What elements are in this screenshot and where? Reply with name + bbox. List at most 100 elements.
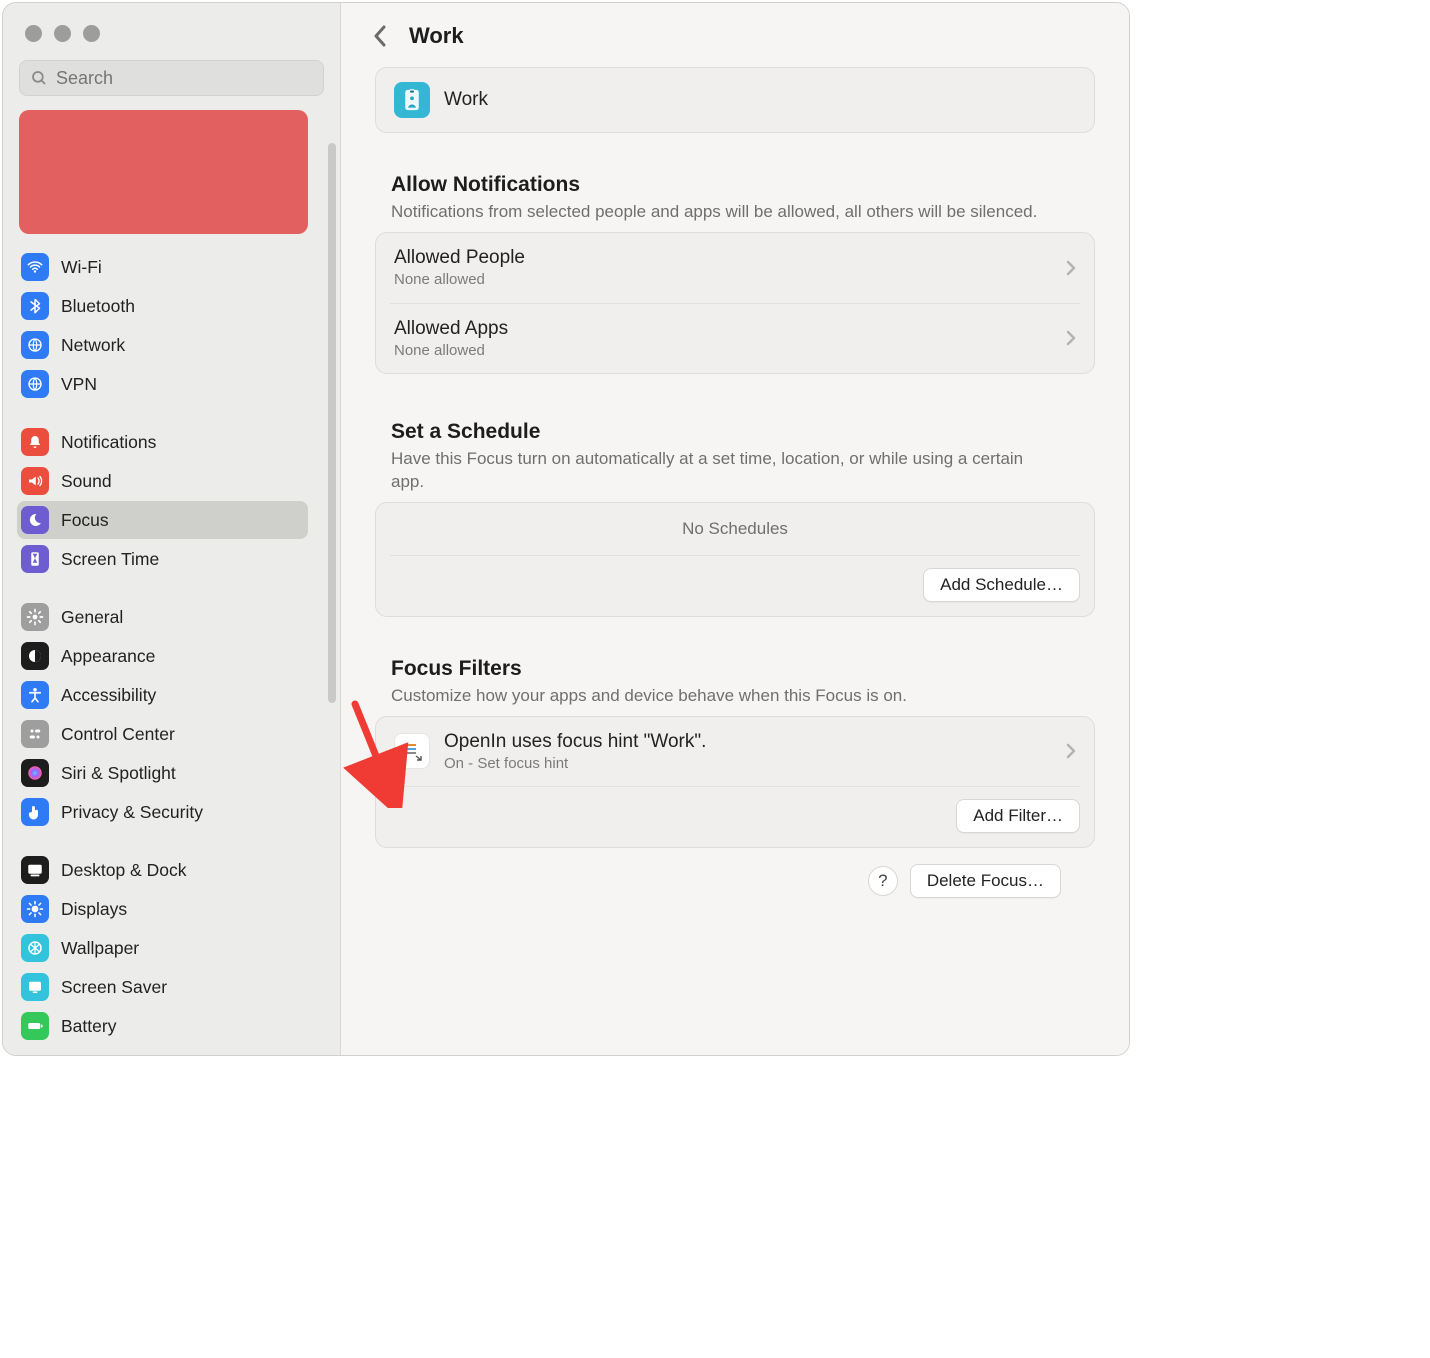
ss-icon	[21, 973, 49, 1001]
sidebar: Wi-Fi Bluetooth Network VPN Notifications Sou…	[3, 3, 341, 1055]
siri-icon	[21, 759, 49, 787]
chevron-right-icon	[1066, 330, 1076, 346]
titlebar: Work	[341, 3, 1129, 57]
schedule-section-header: Set a Schedule Have this Focus turn on a…	[375, 420, 1095, 502]
sidebar-item-wi-fi[interactable]: Wi-Fi	[17, 248, 308, 286]
search-input[interactable]	[56, 68, 313, 89]
allowed-apps-sub: None allowed	[394, 342, 508, 359]
sidebar-item-notifications[interactable]: Notifications	[17, 423, 308, 461]
sidebar-item-sound[interactable]: Sound	[17, 462, 308, 500]
sidebar-item-battery[interactable]: Battery	[17, 1007, 308, 1045]
sidebar-item-appearance[interactable]: Appearance	[17, 637, 308, 675]
moon-icon	[21, 506, 49, 534]
acc-icon	[21, 681, 49, 709]
sidebar-item-vpn[interactable]: VPN	[17, 365, 308, 403]
page-title: Work	[409, 23, 464, 49]
sidebar-item-label: General	[61, 607, 123, 628]
filters-desc: Customize how your apps and device behav…	[391, 685, 1051, 708]
bt-icon	[21, 292, 49, 320]
focus-name-card[interactable]: Work	[375, 67, 1095, 133]
chevron-left-icon	[373, 25, 387, 47]
appear-icon	[21, 642, 49, 670]
allowed-apps-row[interactable]: Allowed Apps None allowed	[390, 303, 1080, 373]
globe-icon	[21, 331, 49, 359]
sidebar-item-label: Network	[61, 335, 125, 356]
notifications-card: Allowed People None allowed Allowed Apps…	[375, 232, 1095, 374]
sound-icon	[21, 467, 49, 495]
gear-icon	[21, 603, 49, 631]
sidebar-item-screen-saver[interactable]: Screen Saver	[17, 968, 308, 1006]
notifications-desc: Notifications from selected people and a…	[391, 201, 1051, 224]
sidebar-item-label: Battery	[61, 1016, 116, 1037]
focus-filter-title: OpenIn uses focus hint "Work".	[444, 731, 706, 753]
wall-icon	[21, 934, 49, 962]
sidebar-item-network[interactable]: Network	[17, 326, 308, 364]
main-pane: Work Work Allow Notifications Notifi	[341, 3, 1129, 1055]
zoom-window-button[interactable]	[83, 25, 100, 42]
chevron-right-icon	[1066, 743, 1076, 759]
allowed-apps-title: Allowed Apps	[394, 318, 508, 340]
sidebar-item-label: VPN	[61, 374, 97, 395]
minimize-window-button[interactable]	[54, 25, 71, 42]
sidebar-item-label: Appearance	[61, 646, 155, 667]
sidebar-item-label: Privacy & Security	[61, 802, 203, 823]
sidebar-item-label: Wi-Fi	[61, 257, 102, 278]
allowed-people-row[interactable]: Allowed People None allowed	[376, 233, 1094, 303]
sidebar-item-label: Sound	[61, 471, 112, 492]
sidebar-item-label: Desktop & Dock	[61, 860, 186, 881]
help-button[interactable]: ?	[868, 866, 898, 896]
batt-icon	[21, 1012, 49, 1040]
close-window-button[interactable]	[25, 25, 42, 42]
notifications-section-header: Allow Notifications Notifications from s…	[375, 173, 1095, 232]
apple-id-account-block[interactable]	[19, 110, 308, 234]
add-schedule-button[interactable]: Add Schedule…	[923, 568, 1080, 602]
cc-icon	[21, 720, 49, 748]
content: Work Allow Notifications Notifications f…	[341, 57, 1129, 918]
sidebar-scrollbar[interactable]	[328, 143, 336, 703]
page-footer-actions: ? Delete Focus…	[375, 848, 1095, 898]
filters-title: Focus Filters	[391, 657, 1091, 681]
add-filter-button[interactable]: Add Filter…	[956, 799, 1080, 833]
sidebar-item-siri-spotlight[interactable]: Siri & Spotlight	[17, 754, 308, 792]
disp-icon	[21, 895, 49, 923]
delete-focus-button[interactable]: Delete Focus…	[910, 864, 1061, 898]
hour-icon	[21, 545, 49, 573]
focus-badge-icon	[394, 82, 430, 118]
notifications-title: Allow Notifications	[391, 173, 1091, 197]
openin-app-icon	[394, 733, 430, 769]
sidebar-item-label: Siri & Spotlight	[61, 763, 176, 784]
sidebar-item-label: Screen Saver	[61, 977, 167, 998]
settings-window: Wi-Fi Bluetooth Network VPN Notifications Sou…	[2, 2, 1130, 1056]
schedule-card: No Schedules Add Schedule…	[375, 502, 1095, 617]
sidebar-list: Wi-Fi Bluetooth Network VPN Notifications Sou…	[17, 248, 330, 1045]
search-field[interactable]	[19, 60, 324, 96]
sidebar-item-label: Wallpaper	[61, 938, 139, 959]
allowed-people-title: Allowed People	[394, 247, 525, 269]
dock-icon	[21, 856, 49, 884]
sidebar-item-screen-time[interactable]: Screen Time	[17, 540, 308, 578]
sidebar-item-accessibility[interactable]: Accessibility	[17, 676, 308, 714]
sidebar-item-label: Control Center	[61, 724, 175, 745]
filters-section-header: Focus Filters Customize how your apps an…	[375, 657, 1095, 716]
focus-filter-row[interactable]: OpenIn uses focus hint "Work". On - Set …	[376, 717, 1094, 786]
sidebar-item-focus[interactable]: Focus	[17, 501, 308, 539]
sidebar-item-general[interactable]: General	[17, 598, 308, 636]
chevron-right-icon	[1066, 260, 1076, 276]
sidebar-item-control-center[interactable]: Control Center	[17, 715, 308, 753]
sidebar-item-desktop-dock[interactable]: Desktop & Dock	[17, 851, 308, 889]
sidebar-item-bluetooth[interactable]: Bluetooth	[17, 287, 308, 325]
search-icon	[30, 69, 48, 87]
globe-icon	[21, 370, 49, 398]
sidebar-item-privacy-security[interactable]: Privacy & Security	[17, 793, 308, 831]
back-button[interactable]	[365, 21, 395, 51]
sidebar-item-label: Screen Time	[61, 549, 159, 570]
wifi-icon	[21, 253, 49, 281]
filters-card: OpenIn uses focus hint "Work". On - Set …	[375, 716, 1095, 848]
sidebar-item-displays[interactable]: Displays	[17, 890, 308, 928]
hand-icon	[21, 798, 49, 826]
schedule-desc: Have this Focus turn on automatically at…	[391, 448, 1051, 494]
sidebar-item-label: Accessibility	[61, 685, 156, 706]
sidebar-item-wallpaper[interactable]: Wallpaper	[17, 929, 308, 967]
schedule-empty: No Schedules	[376, 503, 1094, 555]
schedule-title: Set a Schedule	[391, 420, 1091, 444]
